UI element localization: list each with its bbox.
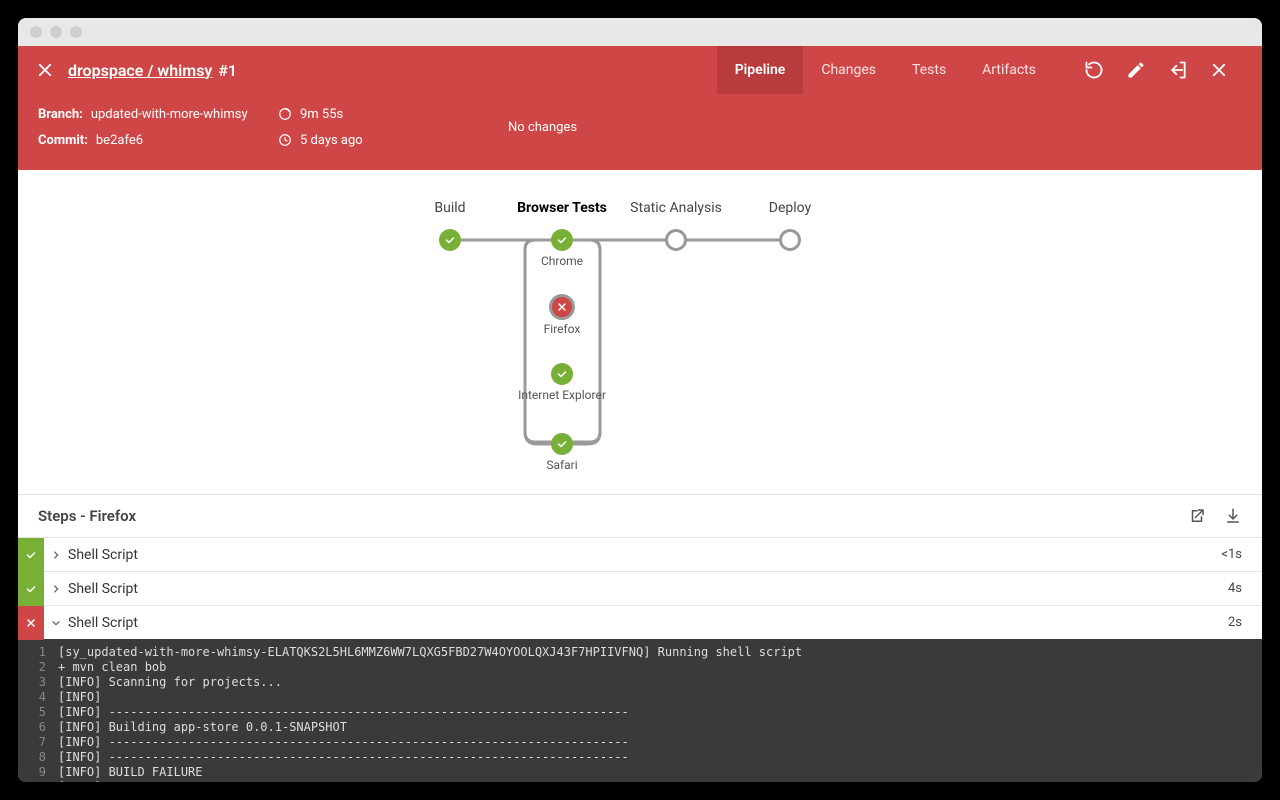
console-line: 3[INFO] Scanning for projects... [18, 675, 1262, 690]
node-chrome-label: Chrome [541, 254, 583, 268]
console-line: 7[INFO] --------------------------------… [18, 735, 1262, 750]
console-line: 9[INFO] BUILD FAILURE [18, 765, 1262, 780]
steps-header: Steps - Firefox [38, 507, 136, 525]
step-status-success [18, 538, 44, 572]
rerun-icon[interactable] [1084, 60, 1104, 80]
console-line: 1[sy_updated-with-more-whimsy-ELATQKS2L5… [18, 645, 1262, 660]
step-status-fail [18, 606, 44, 640]
tab-changes[interactable]: Changes [803, 46, 894, 94]
console-line: 5[INFO] --------------------------------… [18, 705, 1262, 720]
step-row[interactable]: Shell Script <1s [18, 537, 1262, 571]
step-name: Shell Script [68, 581, 138, 597]
stage-static-analysis[interactable]: Static Analysis [630, 200, 722, 216]
exit-icon[interactable] [1168, 60, 1188, 80]
node-static-status[interactable] [665, 229, 687, 251]
step-time: <1s [1221, 547, 1262, 562]
step-row[interactable]: Shell Script 4s [18, 571, 1262, 605]
chevron-down-icon [44, 618, 68, 628]
project-link[interactable]: dropspace / whimsy [68, 61, 212, 80]
when-value: 5 days ago [300, 133, 363, 148]
edit-icon[interactable] [1126, 60, 1146, 80]
console-line: 6[INFO] Building app-store 0.0.1-SNAPSHO… [18, 720, 1262, 735]
step-name: Shell Script [68, 547, 138, 563]
branch-value: updated-with-more-whimsy [91, 107, 248, 122]
window-titlebar [18, 18, 1262, 46]
close-header-icon[interactable] [1210, 61, 1228, 79]
chevron-right-icon [44, 584, 68, 594]
close-icon[interactable] [36, 61, 54, 79]
open-log-icon[interactable] [1188, 507, 1206, 525]
commit-value: be2afe6 [96, 133, 143, 148]
console-line: 2+ mvn clean bob [18, 660, 1262, 675]
changes-value: No changes [508, 120, 577, 135]
node-firefox-status[interactable] [549, 294, 575, 320]
branch-label: Branch: [38, 107, 83, 122]
node-safari-status[interactable] [551, 433, 573, 455]
header-nav: Pipeline Changes Tests Artifacts [717, 46, 1054, 94]
step-name: Shell Script [68, 615, 138, 631]
step-time: 4s [1228, 581, 1262, 596]
stage-build[interactable]: Build [434, 200, 465, 216]
node-ie-label: Internet Explorer [507, 388, 617, 402]
run-header: dropspace / whimsy #1 Pipeline Changes T… [18, 46, 1262, 170]
node-firefox-label: Firefox [544, 322, 581, 336]
download-icon[interactable] [1224, 507, 1242, 525]
node-chrome-status[interactable] [551, 229, 573, 251]
stage-deploy[interactable]: Deploy [769, 200, 811, 216]
tab-pipeline[interactable]: Pipeline [717, 46, 804, 94]
console-line: 8[INFO] --------------------------------… [18, 750, 1262, 765]
tab-tests[interactable]: Tests [894, 46, 964, 94]
window-minimize-dot[interactable] [50, 26, 62, 38]
duration-value: 9m 55s [300, 107, 343, 122]
pipeline-graph: Build Browser Tests Static Analysis Depl… [18, 170, 1262, 494]
build-number: #1 [218, 61, 237, 80]
stage-browser-tests[interactable]: Browser Tests [517, 200, 607, 216]
window-close-dot[interactable] [30, 26, 42, 38]
console-output: 1[sy_updated-with-more-whimsy-ELATQKS2L5… [18, 639, 1262, 782]
console-line: 10[INFO] -------------------------------… [18, 780, 1262, 782]
window-maximize-dot[interactable] [70, 26, 82, 38]
node-build-status[interactable] [439, 229, 461, 251]
step-status-success [18, 572, 44, 606]
commit-label: Commit: [38, 133, 88, 148]
tab-artifacts[interactable]: Artifacts [964, 46, 1054, 94]
node-safari-label: Safari [546, 458, 577, 472]
step-row[interactable]: Shell Script 2s [18, 605, 1262, 639]
chevron-right-icon [44, 550, 68, 560]
duration-icon [278, 107, 292, 121]
step-time: 2s [1228, 615, 1262, 630]
node-deploy-status[interactable] [779, 229, 801, 251]
node-ie-status[interactable] [551, 363, 573, 385]
clock-icon [278, 133, 292, 147]
console-line: 4[INFO] [18, 690, 1262, 705]
